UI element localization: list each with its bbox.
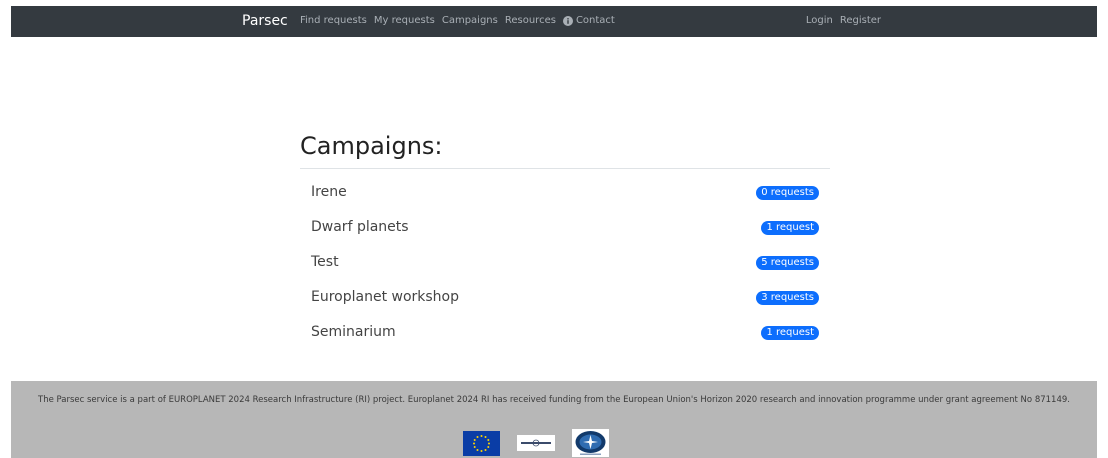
nav-contact-label: Contact — [575, 15, 615, 26]
nav-resources[interactable]: Resources — [505, 14, 556, 28]
campaign-row-dwarf-planets[interactable]: Dwarf planets 1 request — [300, 204, 830, 239]
eu-flag-logo — [463, 430, 500, 456]
campaign-name: Europlanet workshop — [311, 289, 460, 305]
campaign-list: Irene 0 requests Dwarf planets 1 request… — [300, 169, 830, 344]
request-count-badge: 1 request — [761, 326, 819, 340]
campaign-name: Irene — [311, 184, 347, 200]
nav-my-requests[interactable]: My requests — [374, 14, 435, 28]
observatory-seal-logo — [572, 429, 609, 457]
campaign-name: Dwarf planets — [311, 219, 409, 235]
nav-campaigns[interactable]: Campaigns — [442, 14, 498, 28]
campaign-name: Test — [311, 254, 339, 270]
register-link[interactable]: Register — [840, 14, 881, 28]
info-icon — [562, 16, 573, 26]
request-count-badge: 5 requests — [756, 256, 819, 270]
campaign-name: Seminarium — [311, 324, 396, 340]
main-nav: Find requests My requests Campaigns Reso… — [300, 14, 615, 28]
page: Parsec Find requests My requests Campaig… — [0, 0, 1108, 458]
nav-find-requests[interactable]: Find requests — [300, 14, 367, 28]
login-link[interactable]: Login — [806, 14, 833, 28]
partner-logos — [463, 429, 609, 457]
campaign-row-irene[interactable]: Irene 0 requests — [300, 169, 830, 204]
campaign-row-test[interactable]: Test 5 requests — [300, 239, 830, 274]
top-navbar: Parsec Find requests My requests Campaig… — [11, 6, 1097, 37]
request-count-badge: 3 requests — [756, 291, 819, 305]
europlanet-logo — [517, 435, 555, 451]
campaign-row-seminarium[interactable]: Seminarium 1 request — [300, 309, 830, 344]
brand-link[interactable]: Parsec — [242, 13, 288, 29]
funding-notice: The Parsec service is a part of EUROPLAN… — [38, 395, 1070, 405]
page-title: Campaigns: — [300, 132, 443, 160]
campaigns-section: Campaigns: Irene 0 requests Dwarf planet… — [300, 130, 830, 344]
auth-nav: Login Register — [806, 14, 881, 28]
nav-contact[interactable]: Contact — [562, 14, 615, 28]
request-count-badge: 0 requests — [756, 186, 819, 200]
request-count-badge: 1 request — [761, 221, 819, 235]
site-footer: The Parsec service is a part of EUROPLAN… — [11, 381, 1097, 458]
campaign-row-europlanet-workshop[interactable]: Europlanet workshop 3 requests — [300, 274, 830, 309]
